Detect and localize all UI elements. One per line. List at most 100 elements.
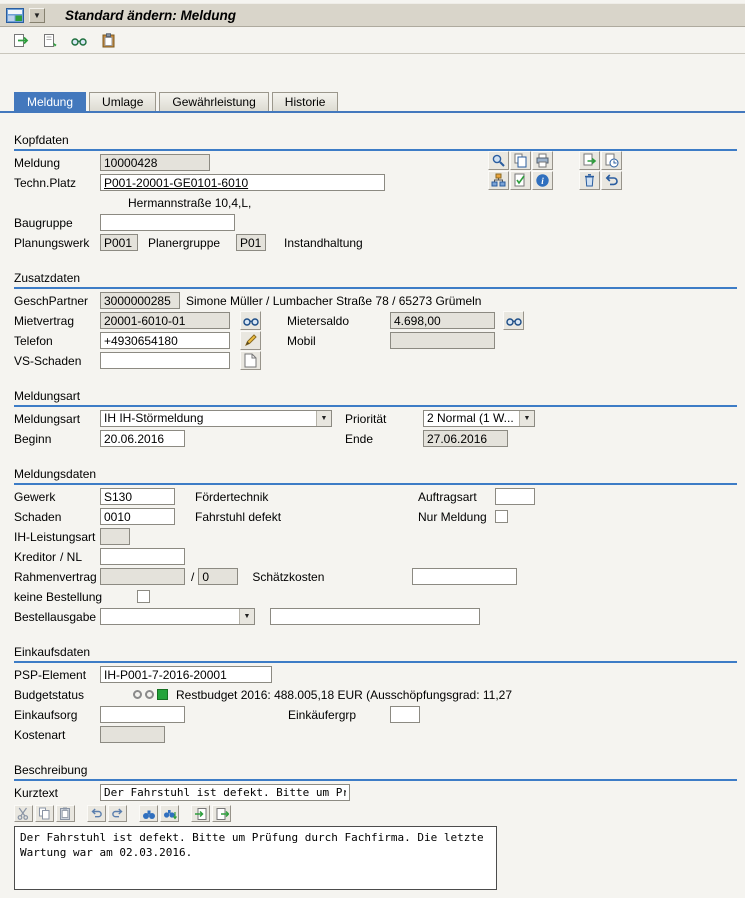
tab-gewaehrleistung[interactable]: Gewährleistung	[159, 92, 268, 111]
goto-other-button[interactable]	[10, 30, 32, 50]
import-text-button[interactable]	[191, 805, 210, 822]
display-glasses-button[interactable]	[68, 30, 90, 50]
checklist-button[interactable]	[510, 171, 531, 190]
text-editor-toolbar	[14, 805, 737, 822]
goto-other-icon	[13, 33, 29, 48]
baugruppe-row: Baugruppe	[14, 214, 737, 231]
clipboard-button[interactable]	[97, 30, 119, 50]
print-button[interactable]	[532, 151, 553, 170]
geschpartner-text: Simone Müller / Lumbacher Straße 78 / 65…	[186, 294, 481, 308]
button-group-gap	[554, 151, 578, 170]
status-circle-icon	[145, 690, 154, 699]
export-document-button[interactable]	[579, 151, 600, 170]
cut-button[interactable]	[14, 805, 33, 822]
copy-button[interactable]	[510, 151, 531, 170]
find-button[interactable]	[139, 805, 158, 822]
kreditor-nl-label: / NL	[60, 550, 100, 564]
baugruppe-field[interactable]	[100, 214, 235, 231]
meldung-field[interactable]	[100, 154, 210, 171]
button-group-gap	[554, 171, 578, 190]
prioritaet-select[interactable]: 2 Normal (1 W... ▼	[423, 410, 535, 427]
kurztext-label: Kurztext	[14, 786, 100, 800]
gewerk-field[interactable]	[100, 488, 175, 505]
mietvertrag-display-button[interactable]	[240, 311, 261, 330]
undo-button[interactable]	[87, 805, 106, 822]
longtext-editor[interactable]: Der Fahrstuhl ist defekt. Bitte um Prüfu…	[14, 826, 497, 890]
meldungsart-value: IH IH-Störmeldung	[101, 411, 316, 426]
ih-leistungsart-row: IH-Leistungsart	[14, 528, 737, 545]
copy-icon	[38, 807, 51, 820]
bestellausgabe-text-field[interactable]	[270, 608, 480, 625]
info-button[interactable]: i	[532, 171, 553, 190]
vs-schaden-label: VS-Schaden	[14, 354, 100, 368]
psp-element-field[interactable]	[100, 666, 272, 683]
planungswerk-field[interactable]	[100, 234, 138, 251]
rahmenvertrag-field[interactable]	[100, 568, 185, 585]
section-divider	[14, 149, 737, 151]
schaden-row: Schaden Fahrstuhl defekt Nur Meldung	[14, 508, 737, 525]
find-next-icon	[163, 808, 177, 820]
einkaufsorg-row: Einkaufsorg Einkäufergrp	[14, 706, 737, 723]
paste-button[interactable]	[56, 805, 75, 822]
create-document-button[interactable]	[39, 30, 61, 50]
rahmenvertrag-position-field[interactable]	[198, 568, 238, 585]
bestellausgabe-select[interactable]: ▼	[100, 608, 255, 625]
titlebar-menu-button[interactable]: ▼	[29, 8, 45, 23]
undo-button[interactable]	[601, 171, 622, 190]
export-text-button[interactable]	[212, 805, 231, 822]
tab-historie[interactable]: Historie	[272, 92, 339, 111]
auftragsart-field[interactable]	[495, 488, 535, 505]
einkaeufergrp-field[interactable]	[390, 706, 420, 723]
mietersaldo-field[interactable]	[390, 312, 495, 329]
meldungsart-select[interactable]: IH IH-Störmeldung ▼	[100, 410, 332, 427]
hierarchy-button[interactable]	[488, 171, 509, 190]
create-text-button[interactable]	[240, 351, 261, 370]
ih-leistungsart-label: IH-Leistungsart	[14, 530, 100, 544]
tab-meldung[interactable]: Meldung	[14, 92, 86, 111]
copy-button[interactable]	[35, 805, 54, 822]
planergruppe-field[interactable]	[236, 234, 266, 251]
search-button[interactable]	[488, 151, 509, 170]
kostenart-field[interactable]	[100, 726, 165, 743]
section-divider	[14, 287, 737, 289]
gewerk-text: Fördertechnik	[195, 490, 268, 504]
mobil-field[interactable]	[390, 332, 495, 349]
nur-meldung-checkbox[interactable]	[495, 510, 508, 523]
technplatz-row: Techn.Platz	[14, 174, 737, 191]
schaetzkosten-field[interactable]	[412, 568, 517, 585]
services-icon	[604, 153, 619, 168]
section-divider	[14, 483, 737, 485]
telefon-field[interactable]	[100, 332, 230, 349]
technplatz-address-text: Hermannstraße 10,4,L,	[128, 196, 251, 210]
export-document-icon	[582, 153, 597, 168]
meldungsart-label: Meldungsart	[14, 412, 100, 426]
telefon-edit-button[interactable]	[240, 331, 261, 350]
kostenart-row: Kostenart	[14, 726, 737, 743]
rahmenvertrag-label: Rahmenvertrag	[14, 570, 100, 584]
kostenart-label: Kostenart	[14, 728, 100, 742]
delete-icon	[582, 173, 597, 188]
schaden-field[interactable]	[100, 508, 175, 525]
mietvertrag-field[interactable]	[100, 312, 230, 329]
auftragsart-label: Auftragsart	[418, 490, 495, 504]
tab-umlage[interactable]: Umlage	[89, 92, 156, 111]
mietersaldo-display-button[interactable]	[503, 311, 524, 330]
prioritaet-value: 2 Normal (1 W...	[424, 411, 519, 426]
keine-bestellung-checkbox[interactable]	[137, 590, 150, 603]
einkaufsorg-field[interactable]	[100, 706, 185, 723]
kurztext-field[interactable]	[100, 784, 350, 801]
ih-leistungsart-field[interactable]	[100, 528, 130, 545]
search-icon	[491, 153, 506, 168]
geschpartner-field[interactable]	[100, 292, 180, 309]
technplatz-field[interactable]	[100, 174, 385, 191]
delete-button[interactable]	[579, 171, 600, 190]
vs-schaden-field[interactable]	[100, 352, 230, 369]
find-next-button[interactable]	[160, 805, 179, 822]
rahmenvertrag-separator: /	[191, 570, 194, 584]
kreditor-field[interactable]	[100, 548, 185, 565]
ende-field[interactable]	[423, 430, 508, 447]
services-button[interactable]	[601, 151, 622, 170]
chevron-down-icon: ▼	[519, 411, 534, 426]
beginn-field[interactable]	[100, 430, 185, 447]
redo-button[interactable]	[108, 805, 127, 822]
